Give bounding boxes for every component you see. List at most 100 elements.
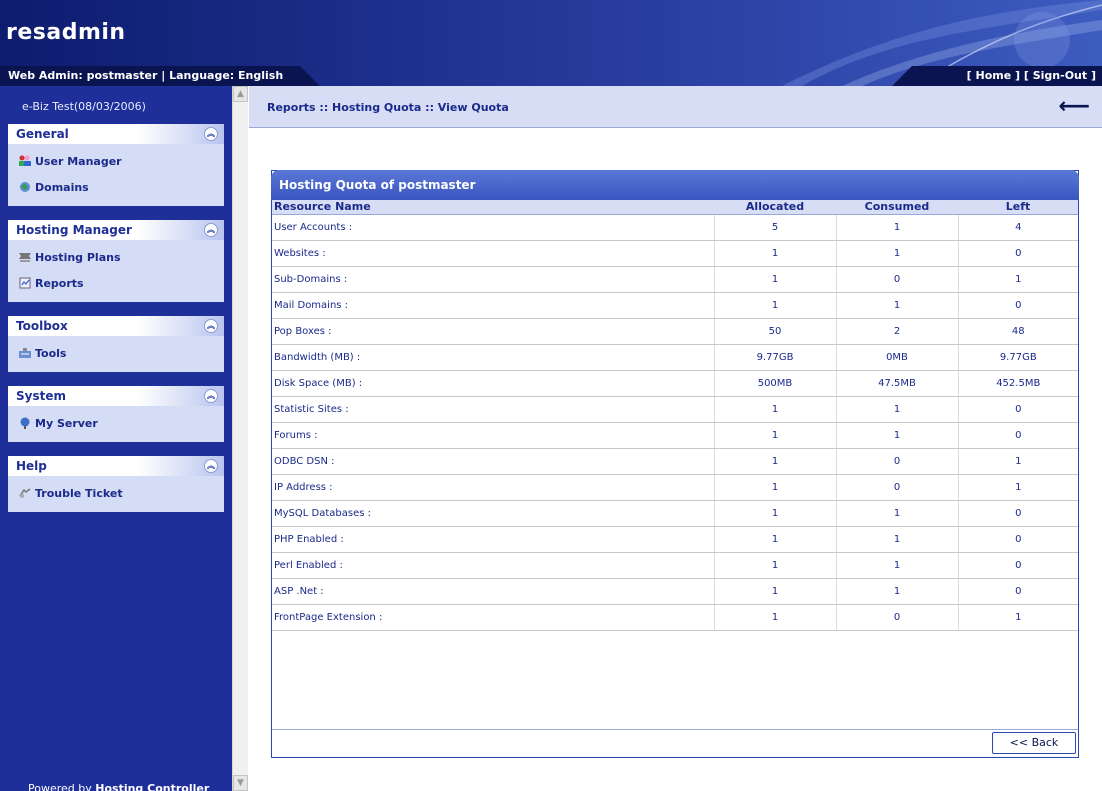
- cell-allocated: 1: [714, 474, 837, 501]
- sidebar-user-info: e-Biz Test(08/03/2006): [22, 100, 146, 113]
- cell-allocated: 1: [714, 292, 837, 319]
- column-header-consumed: Consumed: [836, 200, 958, 215]
- collapse-icon[interactable]: ︽: [204, 319, 218, 333]
- sidebar-item-label: Domains: [35, 180, 89, 194]
- sidebar-item-domains[interactable]: Domains: [18, 174, 224, 200]
- cell-allocated: 50: [714, 318, 837, 345]
- home-link[interactable]: [ Home ]: [967, 69, 1020, 82]
- cell-allocated: 500MB: [714, 370, 837, 397]
- powered-brand: Hosting Controller: [95, 782, 210, 791]
- cell-allocated: 1: [714, 552, 837, 579]
- cell-left: 48: [958, 318, 1078, 345]
- sidebar-scrollbar[interactable]: ▲ ▼: [232, 86, 248, 791]
- cell-consumed: 0: [836, 604, 959, 631]
- quota-table: Resource Name Allocated Consumed Left Us…: [272, 200, 1078, 631]
- scroll-down-button[interactable]: ▼: [233, 775, 248, 791]
- cell-consumed: 1: [836, 526, 959, 553]
- cell-consumed: 0MB: [836, 344, 959, 371]
- cell-left: 9.77GB: [958, 344, 1078, 371]
- breadcrumb: Reports :: Hosting Quota :: View Quota: [267, 101, 509, 114]
- quota-panel-footer: << Back: [272, 729, 1078, 757]
- cell-consumed: 1: [836, 396, 959, 423]
- collapse-icon[interactable]: ︽: [204, 459, 218, 473]
- sidebar-item-user-manager[interactable]: User Manager: [18, 148, 224, 174]
- sidebar-item-tools[interactable]: Tools: [18, 340, 224, 366]
- cell-left: 1: [958, 474, 1078, 501]
- cell-resource-name: IP Address :: [272, 474, 715, 501]
- cell-allocated: 1: [714, 578, 837, 605]
- hosting-quota-panel: Hosting Quota of postmaster Resource Nam…: [271, 170, 1079, 758]
- cell-consumed: 0: [836, 266, 959, 293]
- tools-icon: [19, 348, 31, 358]
- cell-allocated: 1: [714, 604, 837, 631]
- sidebar-panel-hosting-manager: Hosting Manager ︽ Hosting Plans Reports: [8, 220, 224, 302]
- powered-by-footer: Powered by Hosting Controller: [28, 782, 209, 791]
- back-arrow-icon[interactable]: ⟵: [1058, 94, 1090, 119]
- panel-header-hosting-manager[interactable]: Hosting Manager ︽: [8, 220, 224, 240]
- collapse-icon[interactable]: ︽: [204, 223, 218, 237]
- cell-allocated: 1: [714, 396, 837, 423]
- plans-icon: [19, 253, 31, 262]
- cell-resource-name: Pop Boxes :: [272, 318, 715, 345]
- cell-resource-name: Mail Domains :: [272, 292, 715, 319]
- cell-left: 1: [958, 604, 1078, 631]
- sidebar-item-label: My Server: [35, 416, 98, 430]
- cell-left: 0: [958, 240, 1078, 267]
- signout-link[interactable]: [ Sign-Out ]: [1024, 69, 1096, 82]
- powered-prefix: Powered by: [28, 782, 96, 791]
- panel-title: General: [16, 127, 69, 141]
- table-row: User Accounts :514: [272, 214, 1078, 241]
- panel-title: Help: [16, 459, 47, 473]
- cell-consumed: 0: [836, 448, 959, 475]
- cell-resource-name: ASP .Net :: [272, 578, 715, 605]
- panel-header-help[interactable]: Help ︽: [8, 456, 224, 476]
- cell-consumed: 0: [836, 474, 959, 501]
- cell-consumed: 2: [836, 318, 959, 345]
- collapse-icon[interactable]: ︽: [204, 127, 218, 141]
- cell-allocated: 1: [714, 422, 837, 449]
- back-button[interactable]: << Back: [992, 732, 1076, 754]
- sidebar-item-reports[interactable]: Reports: [18, 270, 224, 296]
- sidebar-item-label: Trouble Ticket: [35, 486, 123, 500]
- sidebar-panel-toolbox: Toolbox ︽ Tools: [8, 316, 224, 372]
- table-row: Perl Enabled :110: [272, 552, 1078, 579]
- cell-left: 1: [958, 448, 1078, 475]
- cell-consumed: 47.5MB: [836, 370, 959, 397]
- cell-allocated: 1: [714, 526, 837, 553]
- panel-header-general[interactable]: General ︽: [8, 124, 224, 144]
- column-header-left: Left: [958, 200, 1078, 215]
- cell-allocated: 9.77GB: [714, 344, 837, 371]
- cell-resource-name: Statistic Sites :: [272, 396, 715, 423]
- panel-title: System: [16, 389, 66, 403]
- panel-title: Toolbox: [16, 319, 68, 333]
- cell-resource-name: MySQL Databases :: [272, 500, 715, 527]
- collapse-icon[interactable]: ︽: [204, 389, 218, 403]
- cell-left: 0: [958, 292, 1078, 319]
- cell-consumed: 1: [836, 552, 959, 579]
- panel-header-system[interactable]: System ︽: [8, 386, 224, 406]
- cell-left: 452.5MB: [958, 370, 1078, 397]
- sidebar-item-hosting-plans[interactable]: Hosting Plans: [18, 244, 224, 270]
- cell-allocated: 1: [714, 448, 837, 475]
- panel-header-toolbox[interactable]: Toolbox ︽: [8, 316, 224, 336]
- ticket-icon: [19, 488, 31, 498]
- table-row: Disk Space (MB) :500MB 47.5MB 452.5MB: [272, 370, 1078, 397]
- cell-left: 0: [958, 396, 1078, 423]
- table-row: Mail Domains :110: [272, 292, 1078, 319]
- table-row: MySQL Databases :110: [272, 500, 1078, 527]
- cell-resource-name: Perl Enabled :: [272, 552, 715, 579]
- cell-left: 0: [958, 422, 1078, 449]
- admin-info-bar: Web Admin: postmaster | Language: Englis…: [0, 66, 320, 86]
- cell-resource-name: Sub-Domains :: [272, 266, 715, 293]
- cell-resource-name: User Accounts :: [272, 214, 715, 241]
- quota-panel-title: Hosting Quota of postmaster: [271, 170, 1079, 200]
- cell-left: 4: [958, 214, 1078, 241]
- sidebar-item-my-server[interactable]: My Server: [18, 410, 224, 436]
- sidebar-item-trouble-ticket[interactable]: Trouble Ticket: [18, 480, 224, 506]
- cell-left: 0: [958, 578, 1078, 605]
- table-row: Bandwidth (MB) :9.77GB 0MB 9.77GB: [272, 344, 1078, 371]
- scroll-up-button[interactable]: ▲: [233, 86, 248, 102]
- cell-consumed: 1: [836, 292, 959, 319]
- table-row: Pop Boxes :50 2 48: [272, 318, 1078, 345]
- column-header-allocated: Allocated: [714, 200, 836, 215]
